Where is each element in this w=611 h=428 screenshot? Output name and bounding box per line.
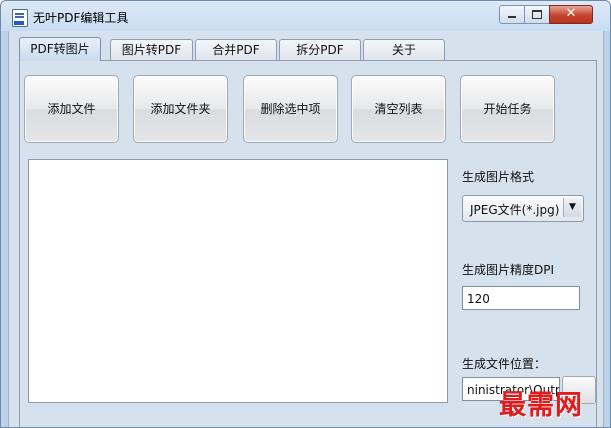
title-bar[interactable]: 无叶PDF编辑工具 ✕ <box>1 1 610 31</box>
minimize-button[interactable] <box>499 5 525 24</box>
dropdown-arrow-icon[interactable]: ▼ <box>563 198 581 217</box>
delete-selected-button[interactable]: 删除选中项 <box>243 75 338 143</box>
tab-panel-pdf-to-image: 添加文件 添加文件夹 删除选中项 清空列表 开始任务 生成图片格式 JPEG文件… <box>19 60 597 427</box>
clear-list-button[interactable]: 清空列表 <box>351 75 446 143</box>
location-label: 生成文件位置： <box>462 357 547 371</box>
minimize-icon <box>508 16 516 18</box>
app-window: 无叶PDF编辑工具 ✕ PDF转图片 图片转PDF 合并PDF 拆分PDF 关于… <box>0 0 611 428</box>
add-folder-button[interactable]: 添加文件夹 <box>133 75 228 143</box>
tab-merge-pdf[interactable]: 合并PDF <box>195 39 277 60</box>
window-title: 无叶PDF编辑工具 <box>33 11 129 25</box>
tab-pdf-to-image[interactable]: PDF转图片 <box>19 37 101 61</box>
format-select[interactable]: JPEG文件(*.jpg) ▼ <box>462 195 584 222</box>
dpi-label: 生成图片精度DPI <box>462 263 555 277</box>
tab-split-pdf[interactable]: 拆分PDF <box>279 39 361 60</box>
format-label: 生成图片格式 <box>462 170 535 184</box>
tab-image-to-pdf[interactable]: 图片转PDF <box>110 39 193 60</box>
dpi-input[interactable]: 120 <box>462 286 580 310</box>
app-pdf-icon <box>12 9 28 27</box>
client-area: PDF转图片 图片转PDF 合并PDF 拆分PDF 关于 添加文件 添加文件夹 … <box>8 31 604 427</box>
file-list[interactable] <box>28 159 448 403</box>
maximize-icon <box>532 10 542 19</box>
maximize-button[interactable] <box>524 5 550 24</box>
watermark-logo: 最需网 <box>499 390 583 421</box>
close-button[interactable]: ✕ <box>549 5 593 24</box>
format-select-value: JPEG文件(*.jpg) <box>470 203 560 217</box>
tab-about[interactable]: 关于 <box>363 39 445 60</box>
close-icon: ✕ <box>565 6 577 21</box>
add-file-button[interactable]: 添加文件 <box>24 75 119 143</box>
start-task-button[interactable]: 开始任务 <box>460 75 555 143</box>
